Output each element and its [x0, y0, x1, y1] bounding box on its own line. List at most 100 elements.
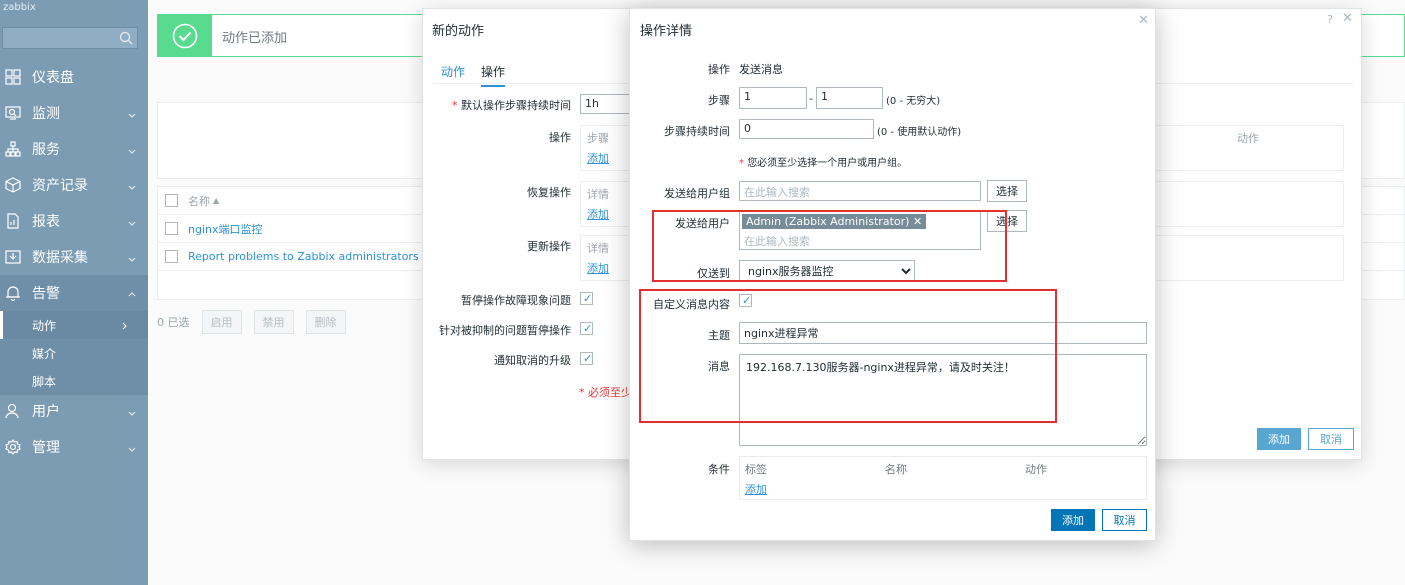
step-duration-input[interactable]: 0 [739, 119, 874, 139]
success-check-icon [158, 15, 212, 56]
cancel-operation-button[interactable]: 取消 [1102, 509, 1147, 531]
sidebar-search-input[interactable] [2, 27, 138, 49]
select-groups-button[interactable]: 选择 [987, 180, 1027, 202]
recovery-operations-label: 恢复操作 [527, 186, 571, 199]
chevron-down-icon [128, 441, 136, 457]
close-icon[interactable]: ✕ [1138, 13, 1149, 28]
sidebar-subitem-label: 媒介 [32, 346, 57, 361]
check-icon: ✓ [583, 322, 593, 335]
notify-cancel-checkbox[interactable]: ✓ [580, 352, 593, 365]
column-header-name: 名称 [885, 463, 907, 476]
sidebar-subitem-actions[interactable]: 动作 [0, 311, 148, 339]
step-from-input[interactable]: 1 [739, 87, 807, 109]
message-textarea[interactable]: 192.168.7.130服务器-nginx进程异常，请及时关注！ [739, 354, 1147, 446]
pause-symptoms-label: 暂停操作故障现象问题 [461, 294, 571, 307]
users-icon [4, 402, 22, 420]
sidebar-item-data-collection[interactable]: 数据采集 [0, 239, 148, 275]
add-action-button[interactable]: 添加 [1257, 428, 1301, 450]
send-to-users-label: 发送给用户 [675, 217, 730, 230]
custom-message-checkbox[interactable]: ✓ [739, 294, 752, 307]
remove-tag-icon[interactable]: ✕ [913, 215, 922, 228]
sidebar-item-users[interactable]: 用户 [0, 393, 148, 429]
dialog-title: 操作详情 [640, 24, 693, 39]
conditions-label: 条件 [708, 463, 730, 476]
update-operations-label: 更新操作 [527, 240, 571, 253]
sidebar-item-dashboard[interactable]: 仪表盘 [0, 59, 148, 95]
subject-label: 主题 [708, 329, 730, 342]
pause-suppressed-label: 针对被抑制的问题暂停操作 [439, 324, 571, 337]
help-icon[interactable]: ? [1327, 13, 1333, 26]
sidebar-item-label: 数据采集 [32, 250, 88, 266]
add-operation-button[interactable]: 添加 [1051, 509, 1095, 531]
sidebar-item-monitoring[interactable]: 监测 [0, 95, 148, 131]
chevron-down-icon [128, 107, 136, 123]
operations-label: 操作 [549, 131, 571, 144]
close-icon[interactable]: ✕ [1342, 11, 1353, 26]
column-header-details: 详情 [587, 242, 609, 255]
pause-suppressed-checkbox[interactable]: ✓ [580, 322, 593, 335]
sidebar: zabbix 仪表盘 监测 服务 资产记录 报表 数据采集 告警 动作 媒介 脚… [0, 0, 148, 585]
chevron-down-icon [128, 215, 136, 231]
sidebar-item-services[interactable]: 服务 [0, 131, 148, 167]
sidebar-item-reports[interactable]: 报表 [0, 203, 148, 239]
default-step-duration-input[interactable]: 1h [580, 94, 632, 114]
subject-input[interactable]: nginx进程异常 [739, 322, 1147, 344]
services-icon [4, 140, 22, 158]
step-separator: - [809, 92, 813, 105]
delete-button[interactable]: 删除 [305, 310, 346, 334]
add-recovery-operation-link[interactable]: 添加 [587, 206, 609, 222]
chevron-up-icon [128, 287, 136, 303]
search-icon[interactable] [119, 31, 133, 48]
sidebar-item-label: 管理 [32, 440, 60, 456]
inventory-icon [4, 176, 22, 194]
success-message-text: 动作已添加 [222, 31, 288, 46]
cancel-action-button[interactable]: 取消 [1308, 428, 1354, 450]
required-note: * 您必须至少选择一个用户或用户组。 [739, 158, 908, 169]
sort-asc-icon: ▲ [213, 196, 220, 205]
check-icon: ✓ [583, 352, 593, 365]
pause-symptoms-checkbox[interactable]: ✓ [580, 292, 593, 305]
user-tag: Admin (Zabbix Administrator) ✕ [742, 214, 927, 229]
column-header-name[interactable]: 名称 [188, 193, 210, 209]
required-note: * 必须至少 [579, 386, 632, 399]
add-operation-link[interactable]: 添加 [587, 150, 609, 166]
add-condition-link[interactable]: 添加 [745, 481, 767, 497]
dialog-title: 新的动作 [432, 24, 485, 39]
operation-label: 操作 [708, 63, 730, 76]
chevron-right-icon [120, 319, 128, 333]
sidebar-subitem-label: 动作 [32, 318, 57, 333]
send-only-to-select[interactable]: nginx服务器监控 [739, 260, 915, 282]
sidebar-item-alerts[interactable]: 告警 [0, 275, 148, 311]
notify-cancel-label: 通知取消的升级 [494, 354, 571, 367]
steps-label: 步骤 [708, 94, 730, 107]
sidebar-item-administration[interactable]: 管理 [0, 429, 148, 465]
enable-button[interactable]: 启用 [201, 310, 242, 334]
sidebar-item-label: 资产记录 [32, 178, 88, 194]
action-name-link[interactable]: Report problems to Zabbix administrators [188, 250, 419, 263]
row-checkbox[interactable] [165, 222, 178, 235]
select-users-button[interactable]: 选择 [987, 210, 1027, 232]
brand-logo: zabbix [3, 2, 36, 13]
sidebar-subitem-media[interactable]: 媒介 [0, 339, 148, 367]
chevron-down-icon [128, 405, 136, 421]
sidebar-item-label: 监测 [32, 106, 60, 122]
add-update-operation-link[interactable]: 添加 [587, 260, 609, 276]
step-to-input[interactable]: 1 [816, 87, 883, 109]
send-to-groups-input[interactable]: 在此输入搜索 [739, 181, 981, 201]
operation-value: 发送消息 [739, 63, 783, 76]
table-footer: 0 已选 启用 禁用 删除 [157, 310, 346, 334]
administration-icon [4, 438, 22, 456]
chevron-down-icon [128, 251, 136, 267]
column-header-action: 动作 [1025, 463, 1047, 476]
action-name-link[interactable]: nginx端口监控 [188, 221, 263, 237]
reports-icon [4, 212, 22, 230]
row-checkbox[interactable] [165, 250, 178, 263]
select-all-checkbox[interactable] [165, 194, 178, 207]
disable-button[interactable]: 禁用 [253, 310, 294, 334]
check-icon: ✓ [583, 292, 593, 305]
default-step-duration-label: * 默认操作步骤持续时间 [452, 99, 571, 112]
steps-hint: (0 - 无穷大) [886, 96, 941, 107]
sidebar-item-inventory[interactable]: 资产记录 [0, 167, 148, 203]
sidebar-subitem-scripts[interactable]: 脚本 [0, 367, 148, 395]
dashboard-icon [4, 68, 22, 86]
